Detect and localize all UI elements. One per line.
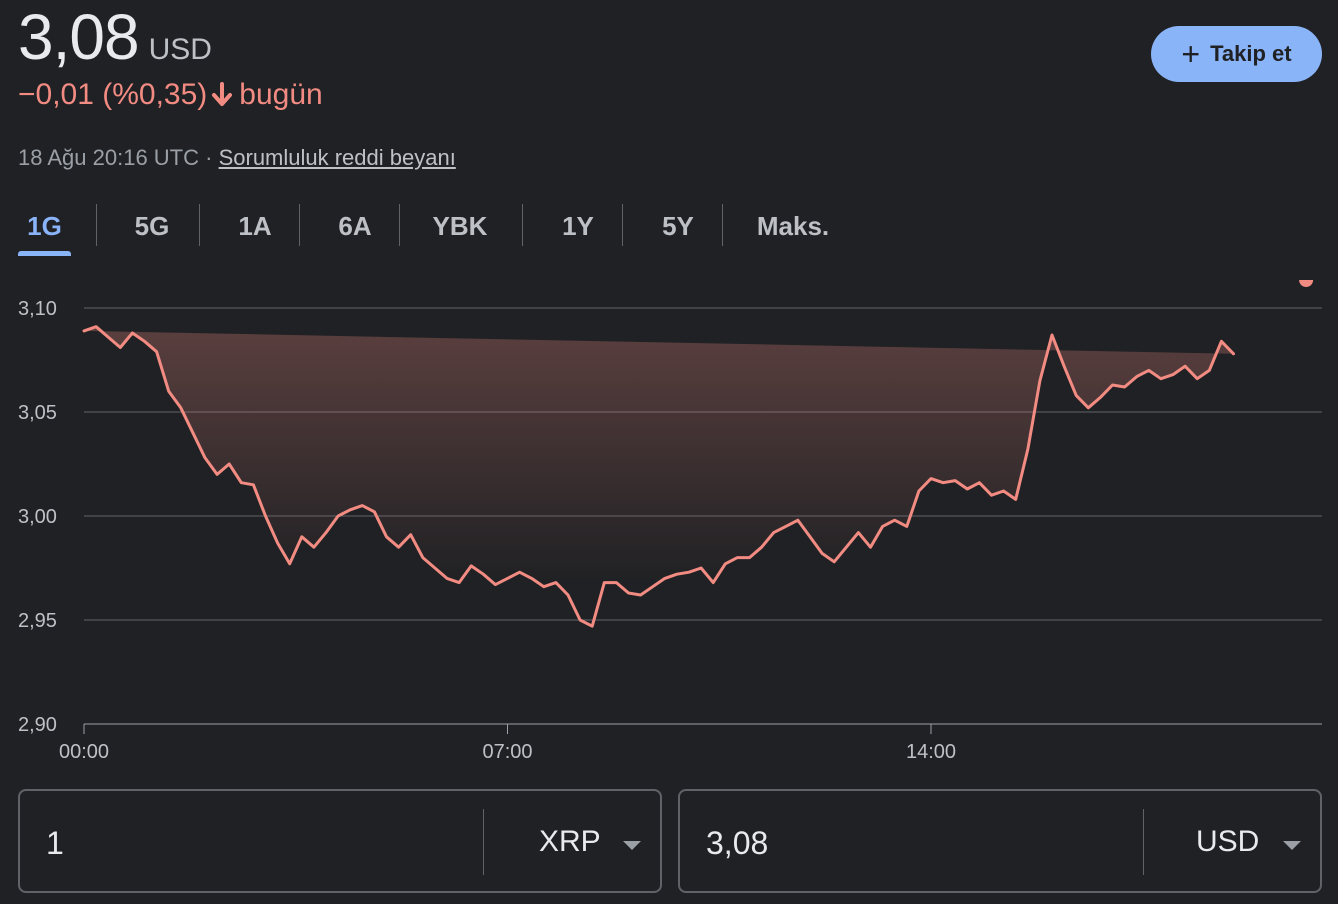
follow-button[interactable]: + Takip et [1151, 26, 1322, 82]
x-tick-label: 00:00 [59, 741, 109, 763]
quote-meta: 18 Ağu 20:16 UTC · Sorumluluk reddi beya… [18, 145, 456, 171]
tab-ybk[interactable]: YBK [420, 200, 500, 252]
converter-from: 1 XRP [18, 789, 662, 893]
tab-1a[interactable]: 1A [225, 200, 285, 252]
converter-to: 3,08 USD [678, 789, 1322, 893]
to-currency-select[interactable]: USD [1196, 825, 1259, 859]
y-tick-label: 2,90 [18, 714, 57, 736]
y-tick-label: 2,95 [18, 610, 57, 632]
tab-divider [96, 204, 97, 246]
change-value: −0,01 (%0,35) [18, 78, 208, 111]
field-divider [1143, 809, 1144, 875]
tab-divider [622, 204, 623, 246]
x-tick-label: 07:00 [482, 741, 532, 763]
price-change: −0,01 (%0,35) bugün [18, 78, 323, 112]
y-tick-label: 3,00 [18, 506, 57, 528]
from-amount-input[interactable]: 1 [46, 825, 64, 862]
tab-5y[interactable]: 5Y [648, 200, 708, 252]
tab-1y[interactable]: 1Y [548, 200, 608, 252]
tab-6a[interactable]: 6A [325, 200, 385, 252]
tab-5g[interactable]: 5G [122, 200, 182, 252]
last-price-point [1299, 280, 1314, 287]
disclaimer-link[interactable]: Sorumluluk reddi beyanı [219, 145, 456, 170]
field-divider [483, 809, 484, 875]
tab-divider [199, 204, 200, 246]
change-period: bugün [239, 78, 323, 111]
price-display: 3,08 USD [18, 0, 212, 74]
price-currency: USD [148, 33, 212, 66]
current-price: 3,08 [18, 1, 140, 73]
tab-divider [522, 204, 523, 246]
plus-icon: + [1181, 36, 1201, 72]
y-tick-label: 3,10 [18, 298, 57, 320]
time-range-tabs: 1G 5G 1A 6A YBK 1Y 5Y Maks. [0, 200, 900, 256]
tab-1g[interactable]: 1G [18, 200, 71, 256]
chevron-down-icon[interactable] [623, 841, 641, 850]
chevron-down-icon[interactable] [1283, 841, 1301, 850]
quote-timestamp: 18 Ağu 20:16 UTC · [18, 145, 213, 170]
tab-maks[interactable]: Maks. [748, 200, 838, 252]
price-chart[interactable]: 3,10 3,05 3,00 2,95 2,90 00:00 07:00 14:00 [0, 280, 1338, 770]
tab-divider [399, 204, 400, 246]
tab-divider [299, 204, 300, 246]
y-tick-label: 3,05 [18, 402, 57, 424]
tab-divider [722, 204, 723, 246]
arrow-down-icon [212, 82, 233, 106]
follow-label: Takip et [1210, 41, 1292, 66]
from-currency-select[interactable]: XRP [539, 825, 601, 859]
to-amount-input[interactable]: 3,08 [706, 825, 768, 862]
x-tick-label: 14:00 [906, 741, 956, 763]
